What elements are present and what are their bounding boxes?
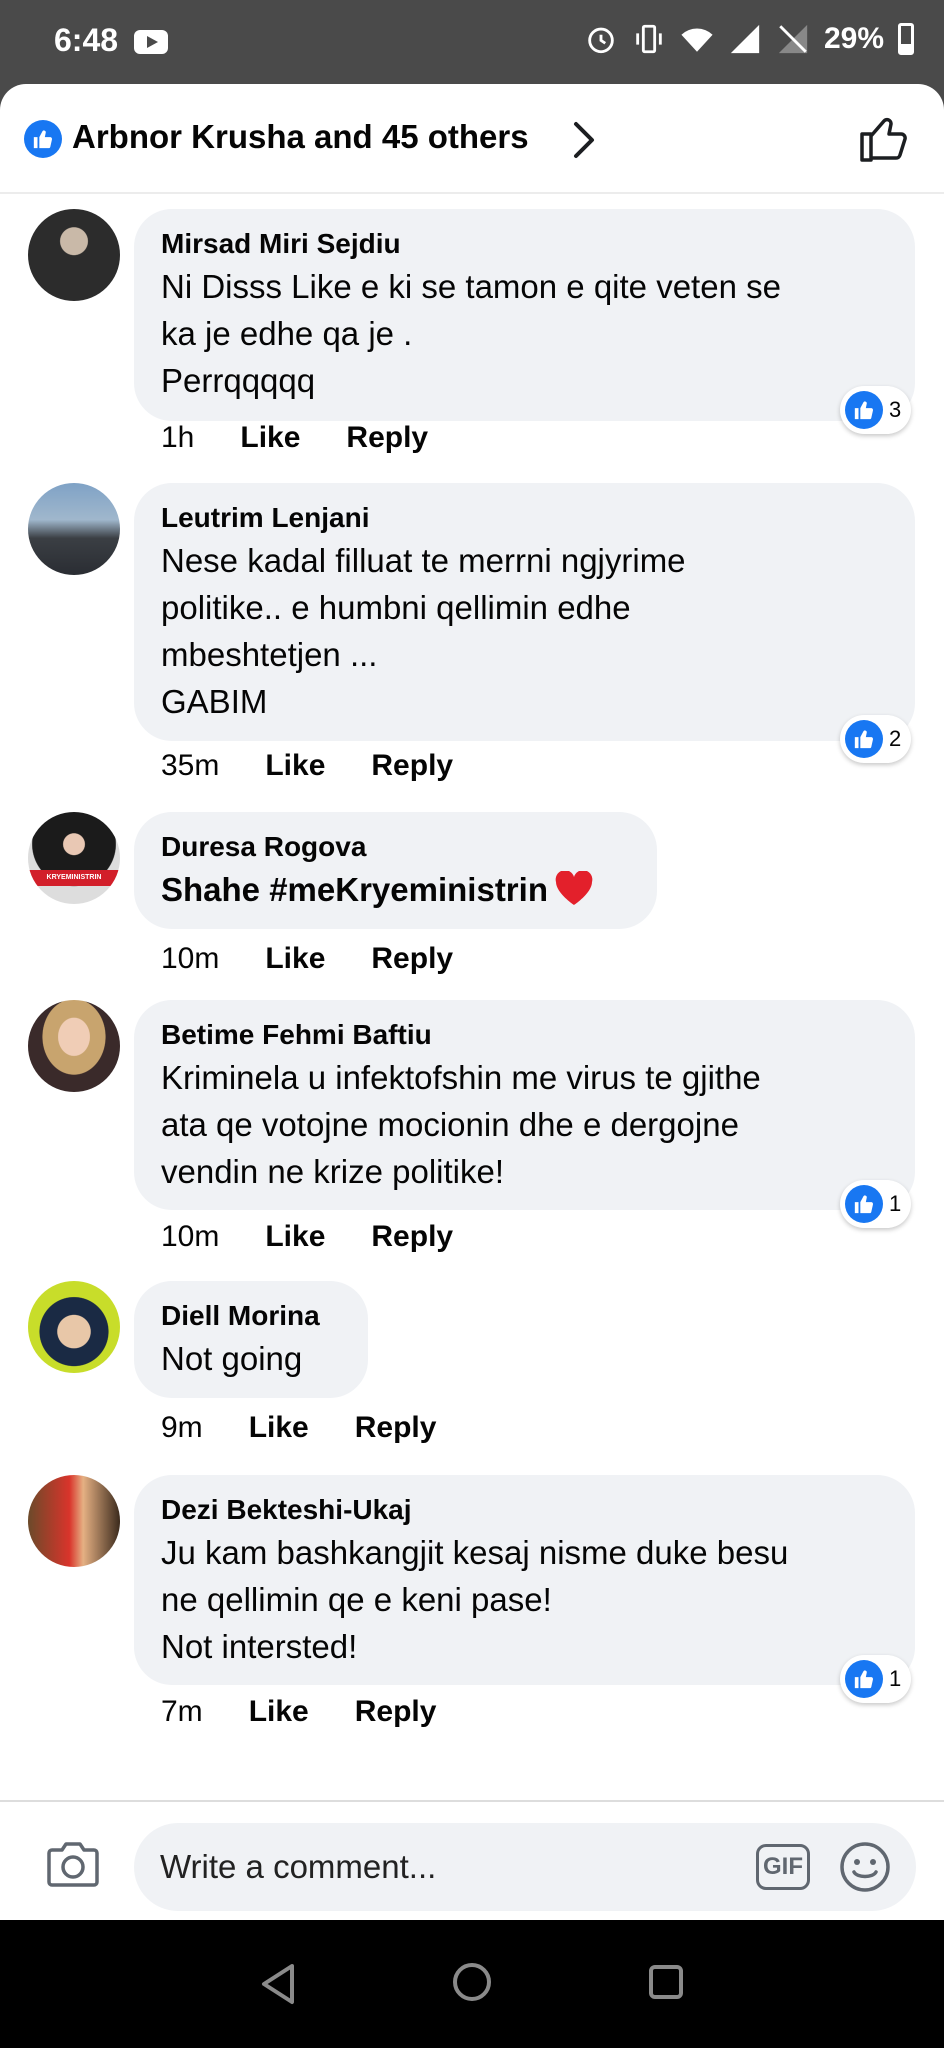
reaction-count[interactable]: 3 — [840, 386, 912, 434]
comment-text-content: Shahe #meKryeministrin — [161, 871, 548, 908]
comment-text: Kriminela u infektofshin me virus te gji… — [161, 1059, 761, 1190]
like-button[interactable]: Like — [249, 1411, 309, 1445]
reaction-count-value: 1 — [889, 1191, 902, 1216]
comment-time[interactable]: 10m — [161, 1220, 219, 1254]
comment-bubble: Betime Fehmi Baftiu Kriminela u infektof… — [134, 1000, 915, 1210]
comment-actions: 10m Like Reply — [161, 942, 453, 976]
reactions-summary-text: Arbnor Krusha and 45 others — [72, 118, 529, 155]
reactions-summary[interactable]: Arbnor Krusha and 45 others — [0, 84, 944, 194]
avatar[interactable] — [28, 1281, 120, 1373]
comment-actions: 10m Like Reply — [161, 1220, 453, 1254]
comment-text: Ju kam bashkangjit kesaj nisme duke besu… — [161, 1534, 789, 1665]
avatar[interactable] — [28, 1475, 120, 1567]
comment-time[interactable]: 1h — [161, 421, 194, 455]
comment-actions: 7m Like Reply — [161, 1695, 436, 1729]
like-button[interactable]: Like — [265, 749, 325, 783]
comment-bubble: Mirsad Miri Sejdiu Ni Disss Like e ki se… — [134, 209, 915, 421]
status-bar: 6:48 29% — [0, 0, 944, 84]
avatar[interactable] — [28, 1000, 120, 1092]
home-icon[interactable] — [452, 1962, 492, 2002]
reply-button[interactable]: Reply — [371, 749, 453, 783]
chevron-right-icon — [574, 122, 594, 158]
comment-actions: 1h Like Reply — [161, 421, 428, 455]
like-icon — [24, 120, 62, 158]
avatar[interactable] — [28, 209, 120, 301]
status-time: 6:48 — [54, 22, 119, 58]
comment-time[interactable]: 9m — [161, 1411, 203, 1445]
comment-author[interactable]: Duresa Rogova — [161, 830, 629, 864]
reaction-count-value: 1 — [889, 1666, 902, 1691]
comment-bubble: Dezi Bekteshi-Ukaj Ju kam bashkangjit ke… — [134, 1475, 915, 1685]
back-icon[interactable] — [258, 1962, 298, 2006]
like-icon — [845, 391, 883, 429]
like-button[interactable]: Like — [240, 421, 300, 455]
red-heart-icon — [555, 871, 593, 905]
reaction-count[interactable]: 2 — [840, 715, 912, 763]
avatar[interactable] — [28, 483, 120, 575]
reply-button[interactable]: Reply — [346, 421, 428, 455]
like-button[interactable]: Like — [265, 1220, 325, 1254]
avatar[interactable]: KRYEMINISTRIN — [28, 812, 120, 904]
reply-button[interactable]: Reply — [371, 1220, 453, 1254]
reaction-count[interactable]: 1 — [840, 1180, 912, 1228]
battery-icon — [898, 23, 914, 55]
vibrate-icon — [636, 24, 662, 54]
comment-actions: 9m Like Reply — [161, 1411, 436, 1445]
reaction-count-value: 2 — [889, 726, 902, 751]
comment-text: Not going — [161, 1340, 303, 1377]
avatar-frame-label: KRYEMINISTRIN — [28, 870, 120, 886]
comment-time[interactable]: 10m — [161, 942, 219, 976]
reply-button[interactable]: Reply — [355, 1411, 437, 1445]
youtube-icon — [134, 30, 168, 54]
status-icons: 29% — [584, 22, 914, 56]
reply-button[interactable]: Reply — [355, 1695, 437, 1729]
emoji-icon[interactable] — [838, 1840, 892, 1894]
comment-text: Nese kadal filluat te merrni ngjyrime po… — [161, 542, 686, 720]
comment-text: Shahe #meKryeministrin — [161, 866, 629, 913]
comment-actions: 35m Like Reply — [161, 749, 453, 783]
alarm-icon — [588, 27, 614, 54]
comment-bubble: Duresa Rogova Shahe #meKryeministrin — [134, 812, 657, 929]
no-sim-icon — [778, 24, 808, 54]
battery-percent: 29% — [823, 22, 884, 55]
like-button[interactable]: Like — [265, 942, 325, 976]
comment-time[interactable]: 7m — [161, 1695, 203, 1729]
camera-icon[interactable] — [46, 1840, 100, 1888]
comment-bubble: Leutrim Lenjani Nese kadal filluat te me… — [134, 483, 915, 741]
like-icon — [845, 1660, 883, 1698]
comments-sheet: Arbnor Krusha and 45 others Mirsad Miri … — [0, 84, 944, 1920]
like-button[interactable]: Like — [249, 1695, 309, 1729]
comment-bubble: Diell Morina Not going — [134, 1281, 368, 1398]
like-icon — [845, 720, 883, 758]
reaction-count[interactable]: 1 — [840, 1655, 912, 1703]
comment-author[interactable]: Mirsad Miri Sejdiu — [161, 227, 887, 261]
reaction-count-value: 3 — [889, 397, 902, 422]
navigation-bar — [0, 1920, 944, 2048]
comment-author[interactable]: Dezi Bekteshi-Ukaj — [161, 1493, 887, 1527]
thumbs-up-outline-icon[interactable] — [858, 112, 910, 164]
comment-composer: GIF — [0, 1800, 944, 1920]
comment-text: Ni Disss Like e ki se tamon e qite veten… — [161, 268, 781, 399]
like-icon — [845, 1185, 883, 1223]
comment-author[interactable]: Betime Fehmi Baftiu — [161, 1018, 887, 1052]
comment-author[interactable]: Leutrim Lenjani — [161, 501, 887, 535]
wifi-icon — [681, 28, 713, 52]
reply-button[interactable]: Reply — [371, 942, 453, 976]
comment-time[interactable]: 35m — [161, 749, 219, 783]
recent-apps-icon[interactable] — [648, 1964, 684, 2000]
gif-button[interactable]: GIF — [756, 1844, 810, 1890]
comment-author[interactable]: Diell Morina — [161, 1299, 340, 1333]
signal-icon — [730, 24, 760, 54]
